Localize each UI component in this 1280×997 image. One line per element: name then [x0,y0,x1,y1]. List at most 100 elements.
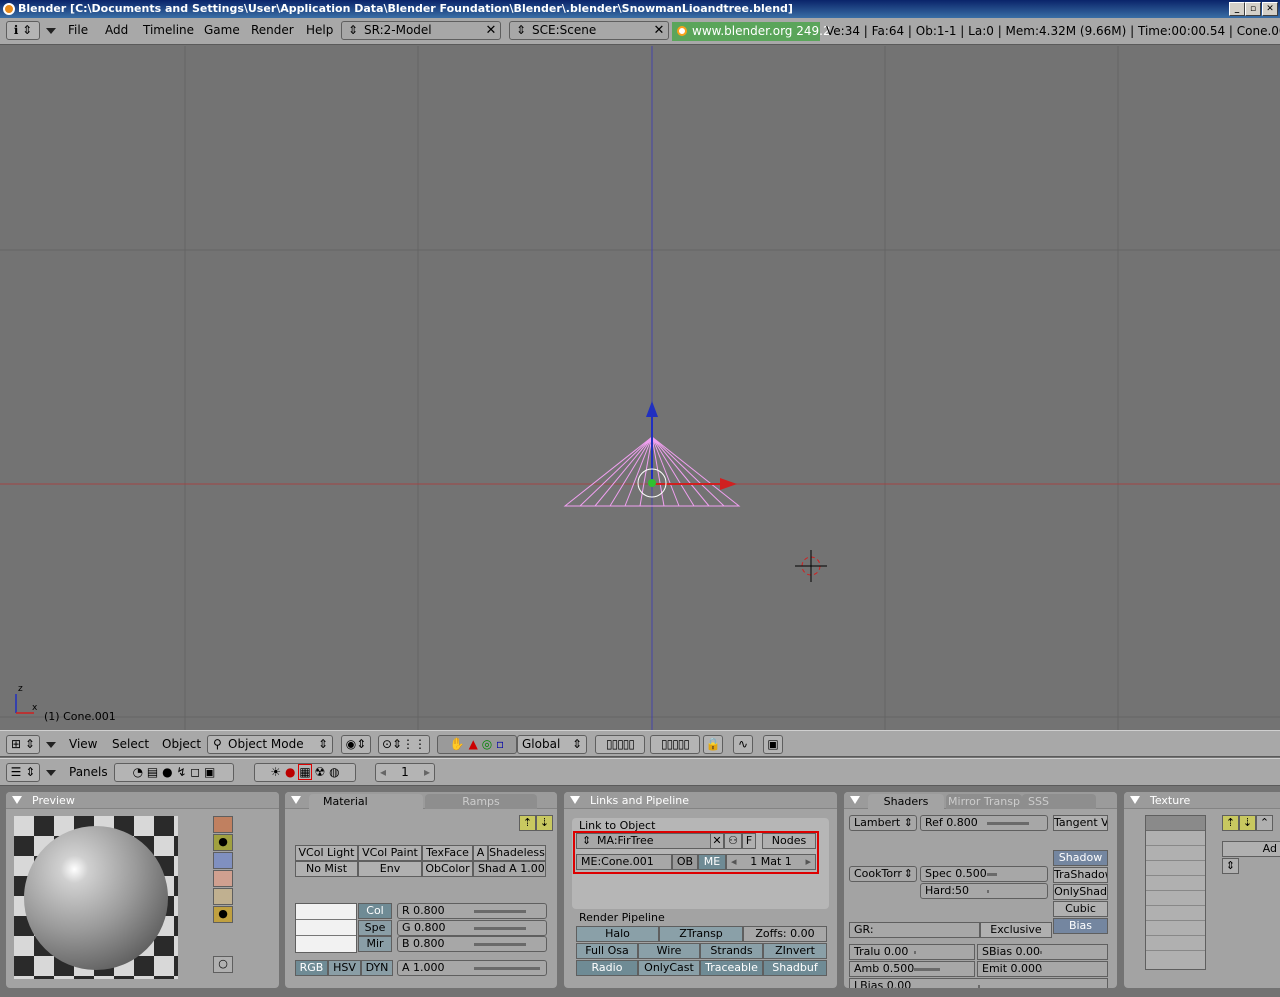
copy-material-icon[interactable]: ⇡ [519,815,536,831]
preview-sky-icon[interactable]: ● [213,906,233,923]
no-mist-button[interactable]: No Mist [295,861,358,877]
unlink-material-icon[interactable]: ✕ [710,833,724,849]
layer-buttons-2[interactable]: ▯▯▯▯▯ [650,735,700,754]
menu-file[interactable]: File [68,23,88,37]
texture-channel-slot[interactable] [1146,846,1205,861]
texture-browse-icon[interactable]: ⇕ [1222,858,1239,874]
hard-slider[interactable]: Hard:50 [920,883,1048,899]
texture-channel-slot[interactable] [1146,861,1205,876]
z-gizmo-head-icon[interactable] [646,401,658,417]
hand-icon[interactable]: ✋ [450,737,465,751]
menu-timeline[interactable]: Timeline [143,23,194,37]
scene-selector[interactable]: ⇕ SCE:Scene ✕ [509,21,669,40]
mode-label[interactable]: Object Mode [228,737,304,751]
orientation-dropdown-icon[interactable]: ⇕ [572,736,582,753]
green-slider[interactable]: G 0.800 [397,920,547,936]
material-index-value[interactable]: 1 Mat 1 [750,855,792,868]
add-texture-button[interactable]: Ad [1222,841,1280,857]
frame-prev-icon[interactable]: ◂ [380,764,386,781]
ref-slider[interactable]: Ref 0.800 [920,815,1048,831]
mode-selector[interactable]: ⚲ Object Mode ⇕ [207,735,333,754]
spe-button[interactable]: Spe [358,920,392,936]
hsv-button[interactable]: HSV [328,960,361,976]
context-buttons[interactable]: ◔ ▤ ● ↯ ◻ ▣ [114,763,234,782]
frame-next-icon[interactable]: ▸ [424,764,430,781]
menu-game[interactable]: Game [204,23,240,37]
subcontext-buttons[interactable]: ☀ ● ▦ ☢ ◍ [254,763,356,782]
light-group-field[interactable]: GR: [849,922,980,938]
exclusive-button[interactable]: Exclusive [980,922,1052,938]
x-gizmo-head-icon[interactable] [720,478,737,490]
material-name-field[interactable]: ⇕ MA:FirTree [576,833,722,849]
texture-channel-slot[interactable] [1146,906,1205,921]
texture-channel-slot[interactable] [1146,951,1205,966]
alpha-slider[interactable]: A 1.000 [397,960,547,976]
specular-swatch[interactable] [296,920,356,936]
strands-button[interactable]: Strands [700,943,763,959]
3d-cursor-icon[interactable] [795,550,827,582]
links-panel-title[interactable]: Links and Pipeline [564,792,837,809]
view3d-collapse-icon[interactable] [46,742,56,748]
viewport-canvas[interactable] [0,46,1280,730]
specular-shader-value[interactable]: CookTorr [854,867,902,880]
cubic-button[interactable]: Cubic [1053,901,1108,917]
radio-button[interactable]: Radio [576,960,638,976]
alpha-slider-track[interactable] [474,967,540,970]
blue-slider-track[interactable] [474,943,526,946]
dyn-button[interactable]: DYN [361,960,393,976]
mat-next-icon[interactable]: ▸ [805,855,811,869]
menu-add[interactable]: Add [105,23,128,37]
panel-collapse-icon[interactable] [12,796,22,804]
tralu-slider[interactable]: Tralu 0.00 [849,944,975,960]
menu-view[interactable]: View [69,735,97,754]
minimize-button[interactable]: _ [1229,2,1245,16]
tab-shaders[interactable]: Shaders [868,794,944,809]
radiosity-icon[interactable]: ☢ [315,765,326,779]
menu-panels[interactable]: Panels [69,763,108,782]
copy-texture-icon[interactable]: ⇡ [1222,815,1239,831]
paste-material-icon[interactable]: ⇣ [536,815,553,831]
fake-user-button[interactable]: F [742,833,756,849]
paste-texture-icon[interactable]: ⇣ [1239,815,1256,831]
zoffs-field[interactable]: Zoffs: 0.00 [743,926,827,942]
menu-render[interactable]: Render [251,23,294,37]
me-link-button[interactable]: ME [698,854,726,870]
red-slider[interactable]: R 0.800 [397,903,547,919]
spec-slider[interactable]: Spec 0.500 [920,866,1048,882]
scale-icon[interactable]: ▫ [496,737,504,751]
tab-material[interactable]: Material [309,794,423,809]
spec-slider-track[interactable] [987,873,997,876]
collapse-menu-icon[interactable] [46,28,56,34]
tangent-v-button[interactable]: Tangent V [1053,815,1108,831]
specular-dropdown-icon[interactable]: ⇕ [904,867,913,881]
lbias-slider[interactable]: LBias 0.00 [849,978,1108,988]
scene-name[interactable]: SCE:Scene [532,23,596,37]
menu-help[interactable]: Help [306,23,333,37]
tab-sss[interactable]: SSS [1022,794,1096,809]
lock-layer-icon[interactable]: 🔒 [703,735,723,754]
bias-button[interactable]: Bias [1053,918,1108,934]
close-window-button[interactable]: ✕ [1262,2,1278,16]
texface-button[interactable]: TexFace [422,845,473,861]
mesh-name-field[interactable]: ME:Cone.001 [576,854,672,870]
onlycast-button[interactable]: OnlyCast [638,960,700,976]
preview-type-buttons[interactable]: ● ● ○ [213,816,233,976]
scene-delete-icon[interactable]: ✕ [650,22,668,39]
shadow-alpha-field[interactable]: Shad A 1.00 [473,861,546,877]
texture-channel-active[interactable] [1146,816,1205,831]
diffuse-shader-select[interactable]: Lambert ⇕ [849,815,917,831]
tab-ramps[interactable]: Ramps [425,794,537,809]
screen-selector[interactable]: ⇕ SR:2-Model ✕ [341,21,501,40]
texture-channel-slot[interactable] [1146,831,1205,846]
amb-slider-track[interactable] [914,968,940,971]
preview-cube-icon[interactable] [213,852,233,869]
amb-slider[interactable]: Amb 0.500 [849,961,975,977]
shadbuf-button[interactable]: Shadbuf [763,960,827,976]
preview-monkey-icon[interactable] [213,870,233,887]
halo-button[interactable]: Halo [576,926,659,942]
texture-icon[interactable]: ▦ [298,764,312,780]
rgb-button[interactable]: RGB [295,960,328,976]
texture-panel-title[interactable]: Texture [1124,792,1280,809]
maximize-button[interactable]: ▫ [1245,2,1261,16]
lbias-slider-track[interactable] [978,985,980,988]
